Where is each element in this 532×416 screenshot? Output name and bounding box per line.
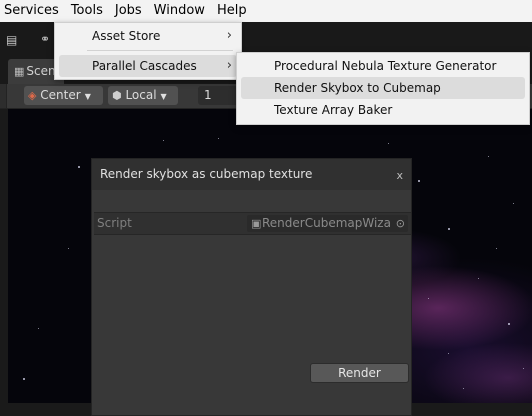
dialog-title-bar[interactable]: Render skybox as cubemap texture x [92,159,411,190]
collab-icon[interactable]: ⚭ [40,32,50,46]
menu-bar: Services Tools Jobs Window Help [0,0,532,22]
star [448,228,450,230]
script-object-field[interactable]: ▣ RenderCubemapWizard ⊙ [247,215,408,232]
dialog-title: Render skybox as cubemap texture [100,167,313,181]
star [388,143,389,144]
pivot-icon: ◈ [28,89,37,102]
star [38,328,39,329]
star [418,180,420,182]
cube-icon: ⬢ [112,89,122,102]
tools-menu: Asset Store › Parallel Cascades › [54,22,242,80]
menu-separator [87,50,233,51]
star [513,203,514,204]
script-object-value: RenderCubemapWizard [262,216,392,230]
chevron-right-icon: › [226,58,232,73]
star [523,368,524,369]
snap-value: 1 [204,88,212,102]
star [448,353,449,354]
menu-item-label: Render Skybox to Cubemap [274,81,441,95]
close-button[interactable]: x [396,159,403,192]
menu-jobs[interactable]: Jobs [109,0,148,22]
star [488,156,489,157]
layers-icon[interactable]: ▤ [6,33,17,47]
menu-item-render-skybox[interactable]: Render Skybox to Cubemap [241,77,525,99]
script-property-label: Script [97,216,132,230]
star [508,323,510,325]
star [78,166,80,168]
toolbar-grip [0,84,7,108]
menu-item-label: Procedural Nebula Texture Generator [274,59,497,73]
menu-item-label: Asset Store [92,29,161,43]
chevron-right-icon: › [226,28,232,43]
pivot-mode-label: Center [40,88,81,102]
script-property-row: Script ▣ RenderCubemapWizard ⊙ [94,212,411,235]
menu-services[interactable]: Services [0,0,65,22]
menu-window[interactable]: Window [148,0,211,22]
menu-item-asset-store[interactable]: Asset Store › [55,25,241,47]
menu-item-label: Parallel Cascades [92,59,197,73]
menu-item-texture-array-baker[interactable]: Texture Array Baker [237,99,529,121]
snap-value-field[interactable]: 1 [198,86,238,105]
pivot-rotation-label: Local [125,88,157,102]
render-cubemap-dialog: Render skybox as cubemap texture x Scrip… [91,158,412,416]
star [463,388,464,389]
script-file-icon: ▣ [251,217,262,230]
star [428,298,429,299]
star [23,378,25,380]
menu-tools[interactable]: Tools [65,0,109,22]
render-button[interactable]: Render [310,363,409,383]
star [496,248,497,249]
parallel-cascades-submenu: Procedural Nebula Texture Generator Rend… [236,52,530,125]
star [163,140,164,141]
star [68,248,69,249]
menu-item-procedural-nebula[interactable]: Procedural Nebula Texture Generator [237,55,529,77]
pivot-rotation-dropdown[interactable]: ⬢ Local ▼ [108,86,178,105]
chevron-down-icon: ▼ [160,92,167,101]
menu-item-parallel-cascades[interactable]: Parallel Cascades › [59,55,237,77]
object-picker-icon[interactable]: ⊙ [396,215,405,232]
star [218,138,219,139]
pivot-mode-dropdown[interactable]: ◈ Center ▼ [24,86,103,105]
menu-help[interactable]: Help [211,0,253,22]
chevron-down-icon: ▼ [84,92,91,101]
menu-item-label: Texture Array Baker [274,103,393,117]
star [478,278,479,279]
grid-icon: ▦ [14,65,25,78]
